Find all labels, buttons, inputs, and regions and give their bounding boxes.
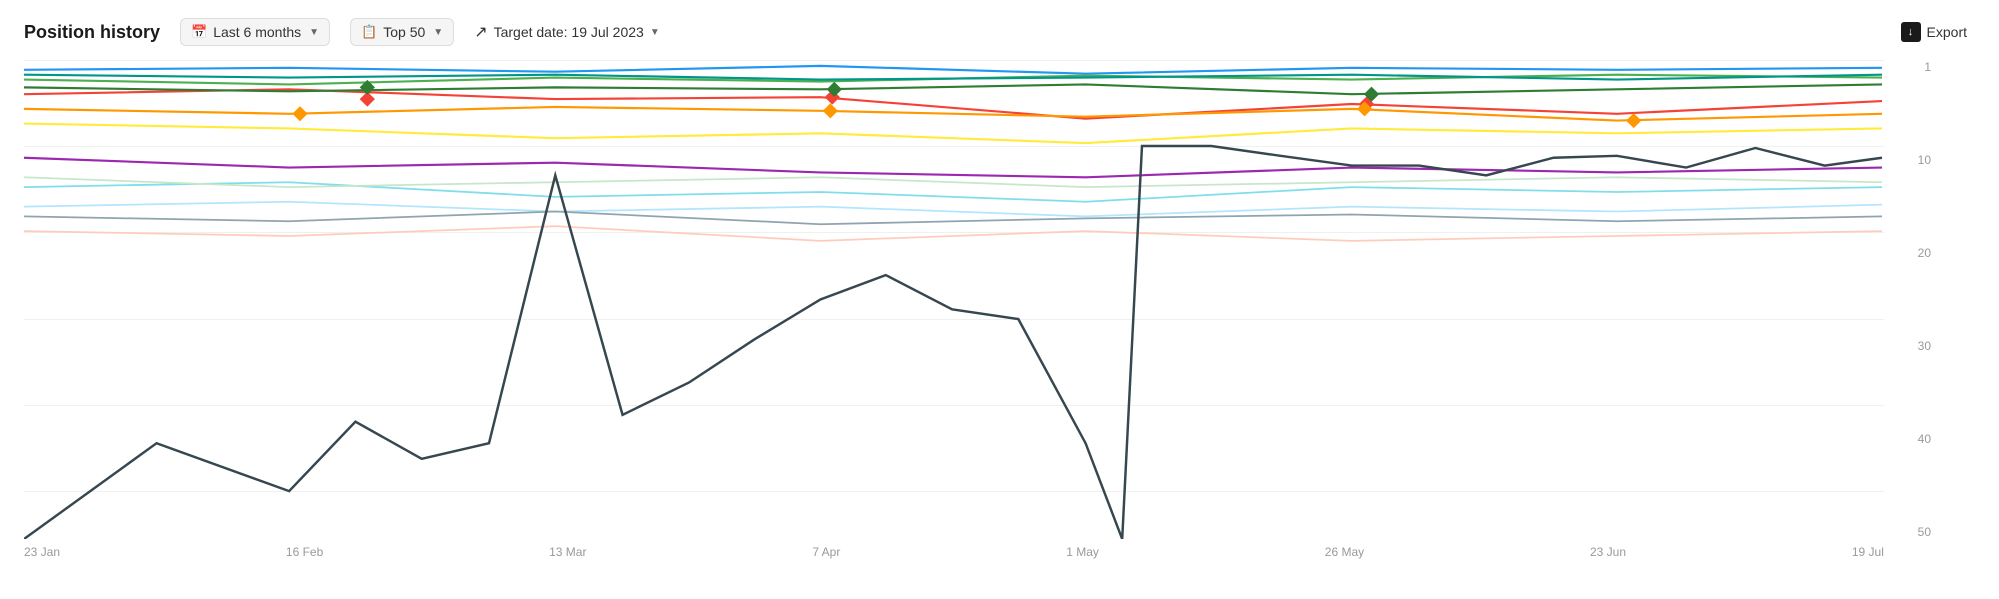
top-label: Top 50 bbox=[383, 24, 425, 40]
y-axis: 1 10 20 30 40 50 bbox=[1889, 60, 1939, 539]
period-control[interactable]: 📅 Last 6 months ▼ bbox=[180, 18, 330, 46]
x-label-jun: 23 Jun bbox=[1590, 545, 1626, 559]
target-control[interactable]: ↗ Target date: 19 Jul 2023 ▼ bbox=[474, 22, 660, 42]
y-label-50: 50 bbox=[1893, 525, 1935, 539]
x-label-jan: 23 Jan bbox=[24, 545, 60, 559]
page-title: Position history bbox=[24, 22, 160, 43]
chart-svg bbox=[24, 60, 1884, 539]
calendar-icon: 📅 bbox=[191, 24, 207, 40]
export-button[interactable]: ↓ Export bbox=[1901, 22, 1975, 42]
period-chevron-icon: ▼ bbox=[309, 27, 319, 38]
x-label-apr: 7 Apr bbox=[812, 545, 840, 559]
y-label-10: 10 bbox=[1893, 153, 1935, 167]
export-icon: ↓ bbox=[1901, 22, 1921, 42]
x-label-feb: 16 Feb bbox=[286, 545, 323, 559]
top-icon: 📋 bbox=[361, 24, 377, 40]
x-label-jul: 19 Jul bbox=[1852, 545, 1884, 559]
x-axis: 23 Jan 16 Feb 13 Mar 7 Apr 1 May 26 May … bbox=[24, 539, 1884, 559]
y-label-1: 1 bbox=[1893, 60, 1935, 74]
trend-icon: ↗ bbox=[474, 22, 487, 42]
top-control[interactable]: 📋 Top 50 ▼ bbox=[350, 18, 454, 46]
period-label: Last 6 months bbox=[213, 24, 301, 40]
top-chevron-icon: ▼ bbox=[433, 27, 443, 38]
x-label-may1: 1 May bbox=[1066, 545, 1099, 559]
x-label-may26: 26 May bbox=[1325, 545, 1364, 559]
header: Position history 📅 Last 6 months ▼ 📋 Top… bbox=[0, 0, 1999, 60]
y-label-40: 40 bbox=[1893, 432, 1935, 446]
y-label-20: 20 bbox=[1893, 246, 1935, 260]
target-chevron-icon: ▼ bbox=[650, 27, 660, 38]
export-label: Export bbox=[1927, 24, 1967, 40]
y-label-30: 30 bbox=[1893, 339, 1935, 353]
chart-inner: 1 10 20 30 40 50 23 Jan 16 Feb 13 Mar 7 … bbox=[24, 60, 1939, 559]
x-label-mar: 13 Mar bbox=[549, 545, 586, 559]
target-label: Target date: 19 Jul 2023 bbox=[494, 24, 644, 40]
app-container: Position history 📅 Last 6 months ▼ 📋 Top… bbox=[0, 0, 1999, 599]
chart-area: 1 10 20 30 40 50 23 Jan 16 Feb 13 Mar 7 … bbox=[0, 60, 1999, 599]
